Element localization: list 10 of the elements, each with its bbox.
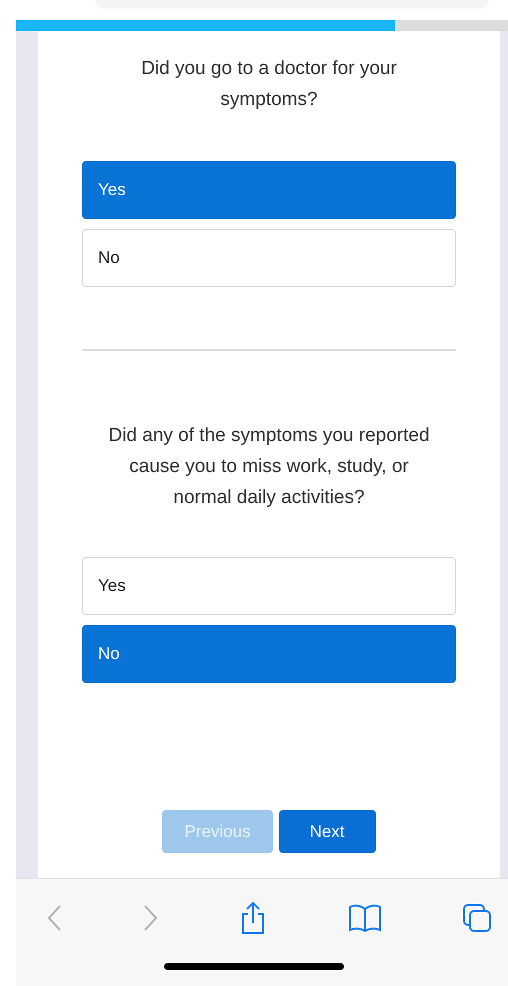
answer-option[interactable]: Yes: [82, 557, 456, 615]
book-icon[interactable]: [348, 904, 382, 932]
share-icon[interactable]: [239, 901, 267, 935]
answer-option[interactable]: No: [82, 625, 456, 683]
answer-option[interactable]: Yes: [82, 161, 456, 219]
tabs-icon[interactable]: [462, 903, 492, 933]
next-button[interactable]: Next: [278, 810, 376, 853]
question-text: Did any of the symptoms you reported cause you to miss work, study, or normal daily activities?: [107, 424, 431, 510]
answer-option[interactable]: No: [82, 229, 456, 287]
question-text: Did you go to a doctor for your symptoms?: [140, 57, 398, 112]
